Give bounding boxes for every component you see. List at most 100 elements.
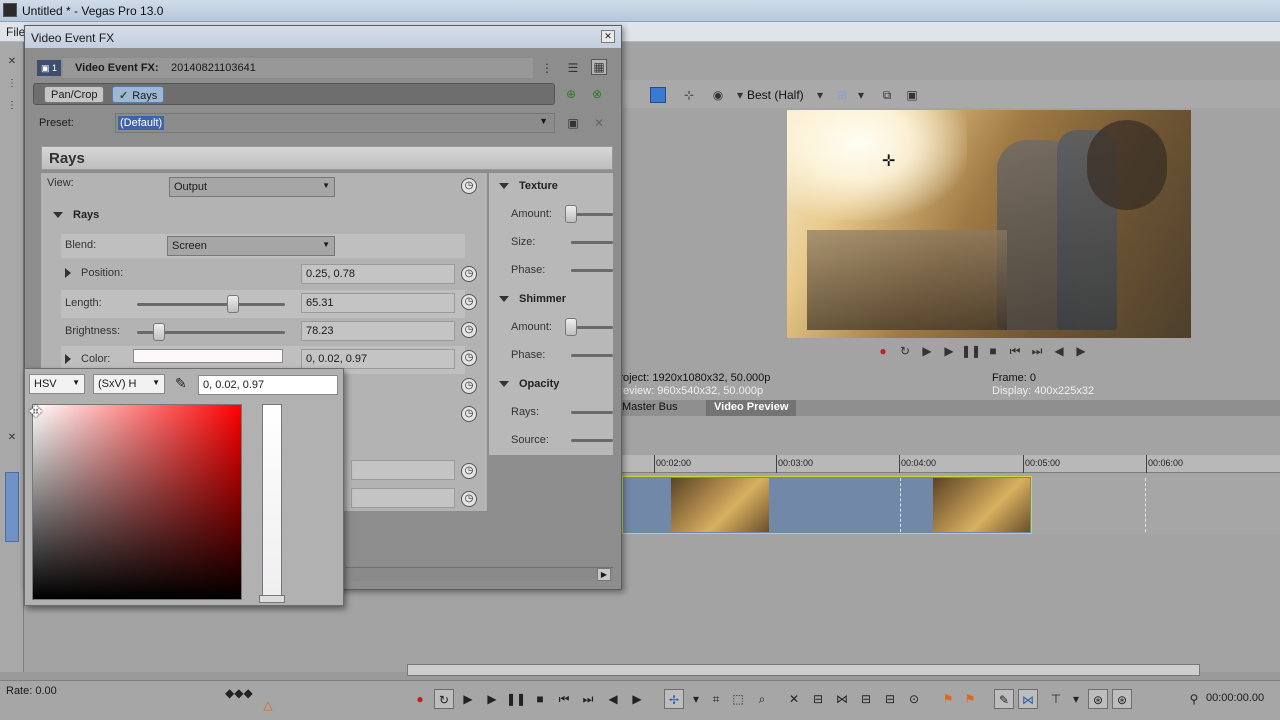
- edit-tool-arrow-icon[interactable]: ▾: [686, 689, 706, 709]
- save-preset-icon[interactable]: ▣: [565, 115, 581, 131]
- go-start-icon[interactable]: ⏮: [1004, 344, 1026, 359]
- keyframe-clock-icon[interactable]: ◷: [461, 294, 477, 310]
- chevron-down-icon[interactable]: ▼: [539, 116, 548, 126]
- rays-section-header[interactable]: Rays: [53, 209, 99, 221]
- scroll-right-icon[interactable]: ▶: [597, 568, 611, 581]
- preview-overlay-icon[interactable]: ◉: [710, 87, 726, 103]
- save-snapshot-icon[interactable]: ▣: [904, 87, 920, 103]
- stop-icon[interactable]: ■: [982, 344, 1004, 358]
- video-track[interactable]: [622, 474, 1280, 534]
- color-swatch[interactable]: [133, 349, 283, 363]
- stop-icon[interactable]: ■: [530, 689, 550, 709]
- color-value-input[interactable]: 0, 0.02, 0.97: [198, 375, 338, 395]
- quality-dropdown-icon[interactable]: ▾: [732, 87, 748, 103]
- dialog-scrollbar[interactable]: ▶: [345, 567, 613, 581]
- dock-close-icon[interactable]: ✕: [5, 432, 19, 444]
- dock-close-icon[interactable]: ✕: [5, 56, 19, 68]
- lock-envelopes-icon[interactable]: ⊛: [1088, 689, 1108, 709]
- next-frame-icon[interactable]: ▶: [1070, 344, 1092, 358]
- pause-icon[interactable]: ❚❚: [960, 344, 982, 358]
- preview-quality[interactable]: Best (Half): [747, 88, 804, 102]
- copy-icon[interactable]: ⊟: [880, 689, 900, 709]
- grid-icon[interactable]: ⊞: [834, 87, 850, 103]
- chevron-down-icon[interactable]: ▼: [322, 181, 330, 190]
- plugin-rays[interactable]: ✓ Rays: [112, 86, 165, 103]
- copy-snapshot-icon[interactable]: ⧉: [879, 87, 895, 103]
- snapping-icon[interactable]: ✎: [994, 689, 1014, 709]
- dock-grip-icon[interactable]: ⋮: [5, 78, 19, 90]
- shimmer-phase-slider[interactable]: [571, 354, 613, 357]
- check-icon[interactable]: ✓: [119, 90, 128, 102]
- region-icon[interactable]: ⚑: [960, 689, 980, 709]
- loop-icon[interactable]: ↻: [894, 344, 916, 358]
- grid-arrow-icon[interactable]: ▾: [853, 87, 869, 103]
- plugin-pan-crop[interactable]: Pan/Crop: [44, 86, 105, 103]
- collapse-icon[interactable]: [499, 296, 509, 303]
- texture-amount-thumb[interactable]: [565, 205, 577, 223]
- collapse-icon[interactable]: [53, 212, 63, 219]
- zoom-tool-icon[interactable]: ⌕: [752, 689, 772, 709]
- hidden-value-field[interactable]: [351, 488, 455, 508]
- dialog-close-icon[interactable]: ✕: [601, 30, 615, 43]
- rate-slider-handle-icon[interactable]: ◆◆◆: [225, 683, 253, 703]
- length-value[interactable]: 65.31: [301, 293, 455, 313]
- position-label[interactable]: Position:: [65, 267, 123, 291]
- loop-icon[interactable]: ↻: [434, 689, 454, 709]
- eyedropper-icon[interactable]: ✎: [175, 375, 193, 393]
- color-mode-dropdown[interactable]: HSV ▼: [29, 374, 85, 394]
- expand-icon[interactable]: [65, 268, 71, 279]
- opacity-rays-slider[interactable]: [571, 411, 613, 414]
- play-icon[interactable]: ▶: [482, 689, 502, 709]
- play-from-start-icon[interactable]: ▶: [916, 344, 938, 358]
- keyframe-clock-icon[interactable]: ◷: [461, 378, 477, 394]
- brightness-value[interactable]: 78.23: [301, 321, 455, 341]
- shimmer-amount-slider[interactable]: [571, 326, 613, 329]
- keyframe-clock-icon[interactable]: ◷: [461, 350, 477, 366]
- timeline-scrollbar[interactable]: [407, 664, 1200, 676]
- chevron-down-icon[interactable]: ▼: [322, 240, 330, 249]
- quality-arrow-icon[interactable]: ▾: [812, 87, 828, 103]
- record-icon[interactable]: ●: [872, 344, 894, 358]
- auto-crossfade-icon[interactable]: ⊤: [1046, 689, 1066, 709]
- hue-strip[interactable]: [262, 404, 282, 600]
- fx-grip-icon[interactable]: ⋮: [539, 60, 555, 76]
- texture-section-header[interactable]: Texture: [499, 180, 558, 192]
- expand-icon[interactable]: [65, 354, 71, 365]
- trim-icon[interactable]: ⊟: [808, 689, 828, 709]
- grid-view-icon[interactable]: ▦: [591, 59, 607, 75]
- cut-icon[interactable]: ⊟: [856, 689, 876, 709]
- split-icon[interactable]: ⋈: [832, 689, 852, 709]
- texture-amount-slider[interactable]: [571, 213, 613, 216]
- collapse-icon[interactable]: [499, 381, 509, 388]
- keyframe-clock-icon[interactable]: ◷: [461, 406, 477, 422]
- length-slider[interactable]: [137, 303, 285, 306]
- preview-split-icon[interactable]: ⊹: [681, 87, 697, 103]
- keyframe-clock-icon[interactable]: ◷: [461, 491, 477, 507]
- chevron-down-icon[interactable]: ▼: [152, 378, 160, 387]
- collapse-icon[interactable]: [499, 183, 509, 190]
- tab-master-bus[interactable]: Master Bus: [622, 401, 678, 413]
- delete-preset-icon[interactable]: ✕: [591, 115, 607, 131]
- ignore-grouping-icon[interactable]: ⊛: [1112, 689, 1132, 709]
- blend-dropdown[interactable]: Screen ▼: [167, 236, 335, 256]
- preset-value[interactable]: (Default): [118, 116, 165, 130]
- prev-frame-icon[interactable]: ◀: [1048, 344, 1070, 358]
- opacity-source-slider[interactable]: [571, 439, 613, 442]
- pause-icon[interactable]: ❚❚: [506, 689, 526, 709]
- next-frame-icon[interactable]: ▶: [627, 689, 647, 709]
- preview-monitor-icon[interactable]: [650, 87, 666, 103]
- keyframe-clock-icon[interactable]: ◷: [461, 463, 477, 479]
- go-end-icon[interactable]: ⏭: [578, 689, 598, 709]
- preset-dropdown[interactable]: (Default) ▼: [115, 113, 555, 133]
- texture-phase-slider[interactable]: [571, 269, 613, 272]
- color-value[interactable]: 0, 0.02, 0.97: [301, 349, 455, 369]
- timeline-ruler[interactable]: 00:02:00 00:03:00 00:04:00 00:05:00 00:0…: [622, 455, 1280, 473]
- record-icon[interactable]: ●: [410, 689, 430, 709]
- track-header-tab[interactable]: [5, 472, 19, 542]
- ripple-arrow-icon[interactable]: ▾: [1066, 689, 1086, 709]
- keyframe-clock-icon[interactable]: ◷: [461, 266, 477, 282]
- play-icon[interactable]: ▶: [938, 344, 960, 358]
- brightness-slider-thumb[interactable]: [153, 323, 165, 341]
- shimmer-section-header[interactable]: Shimmer: [499, 293, 566, 305]
- keyframe-clock-icon[interactable]: ◷: [461, 322, 477, 338]
